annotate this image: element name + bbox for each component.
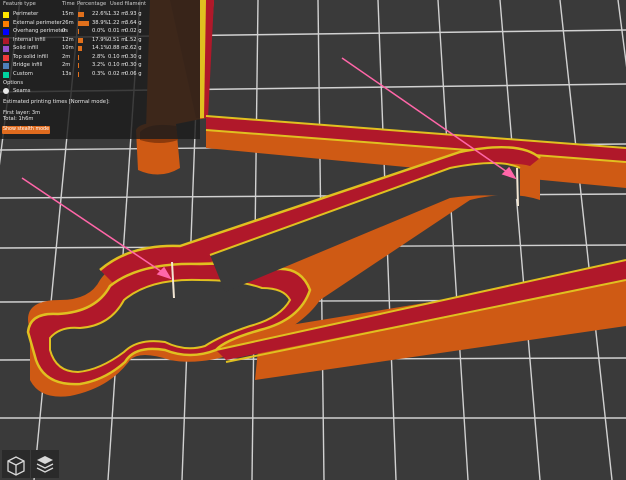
legend-item-time: 13s [62,70,72,77]
layers-view-icon[interactable] [31,450,59,478]
legend-item-weight: 3.64 g [125,19,142,26]
legend-row[interactable]: Top solid infill 2m 2.8% 0.10 m 0.30 g [0,53,200,61]
legend-swatch-icon [3,54,9,61]
seams-toggle-icon[interactable] [3,88,9,94]
legend-item-name: Custom [13,70,33,77]
legend-item-time: 2m [62,53,71,60]
legend-item-bar [78,63,79,68]
legend-item-name: Bridge infill [13,62,43,68]
iso-view-icon[interactable] [2,450,30,478]
legend-item-percent: 2.8% [92,53,106,60]
legend-item-bar [78,29,79,34]
legend-item-time: 2m [62,62,71,68]
legend-item-name: Internal infill [13,36,46,43]
legend-row[interactable]: Perimeter 15m 22.6% 1.32 m 3.93 g [0,10,200,18]
legend-row[interactable]: Custom 13s 0.3% 0.02 m 0.06 g [0,70,200,78]
legend-item-bar [78,71,79,77]
legend-item-length: 0.88 m [108,45,127,51]
legend-header-used: Used filament [110,1,147,7]
legend-item-weight: 3.93 g [125,11,142,17]
legend-item-name: Top solid infill [13,53,48,60]
legend-item-length: 0.10 m [108,53,127,60]
seams-label[interactable]: Seams [13,88,30,94]
legend-item-bar [78,12,85,17]
legend-item-name: Perimeter [13,11,39,17]
legend-item-time: 26m [62,19,74,26]
legend-item-weight: 2.62 g [125,45,142,51]
legend-item-percent: 3.2% [92,62,106,68]
legend-item-length: 0.02 m [108,70,127,77]
legend-item-percent: 0.0% [92,28,106,34]
legend-row[interactable]: Overhang perimeter 0s 0.0% 0.01 m 0.02 g [0,27,200,35]
legend-item-weight: 0.06 g [125,70,142,77]
legend-item-length: 0.10 m [108,62,127,68]
legend-item-percent: 14.1% [92,45,109,51]
legend-item-bar [78,54,79,60]
options-title: Options [3,80,24,86]
seam-marker [516,167,519,207]
legend-swatch-icon [3,29,9,35]
legend-item-weight: 0.02 g [125,28,142,34]
legend-item-time: 10m [62,45,74,51]
legend-item-percent: 0.3% [92,70,106,77]
show-stealth-mode-button[interactable]: Show stealth mode [2,126,50,134]
legend-row[interactable]: External perimeter 26m 38.9% 1.22 m 3.64 g [0,19,200,27]
legend-header-time: Time [62,1,75,7]
legend-item-bar [78,37,83,43]
legend-item-percent: 17.9% [92,36,109,43]
legend-item-length: 0.01 m [108,28,127,34]
legend-item-name: External perimeter [13,19,62,26]
legend-item-time: 0s [62,28,69,34]
legend-item-percent: 38.9% [92,19,109,26]
legend-item-length: 1.32 m [108,11,127,17]
total-time: Total: 1h6m [3,116,34,122]
estimated-times-title: Estimated printing times [Normal mode]: [3,99,110,105]
legend-header-percentage: Percentage [77,1,107,7]
legend-panel: Feature type Time Percentage Used filame… [0,0,200,139]
legend-row[interactable]: Bridge infill 2m 3.2% 0.10 m 0.30 g [0,61,200,69]
legend-item-length: 1.22 m [108,19,127,26]
legend-item-weight: 0.30 g [125,62,142,68]
legend-item-bar [78,46,82,51]
legend-item-name: Overhang perimeter [13,28,66,34]
legend-swatch-icon [3,46,9,52]
legend-swatch-icon [3,71,9,78]
legend-row[interactable]: Solid infill 10m 14.1% 0.88 m 2.62 g [0,44,200,52]
legend-item-percent: 22.6% [92,11,109,17]
legend-item-time: 15m [62,11,74,17]
legend-item-time: 12m [62,36,74,43]
legend-swatch-icon [3,20,9,27]
legend-swatch-icon [3,12,9,18]
legend-item-length: 0.51 m [108,36,127,43]
legend-item-name: Solid infill [13,45,39,51]
legend-item-bar [78,20,89,26]
legend-swatch-icon [3,37,9,44]
legend-item-weight: 0.30 g [125,53,142,60]
legend-header-feature: Feature type [3,1,36,7]
legend-swatch-icon [3,63,9,69]
legend-row[interactable]: Internal infill 12m 17.9% 0.51 m 1.52 g [0,36,200,44]
legend-item-weight: 1.52 g [125,36,142,43]
